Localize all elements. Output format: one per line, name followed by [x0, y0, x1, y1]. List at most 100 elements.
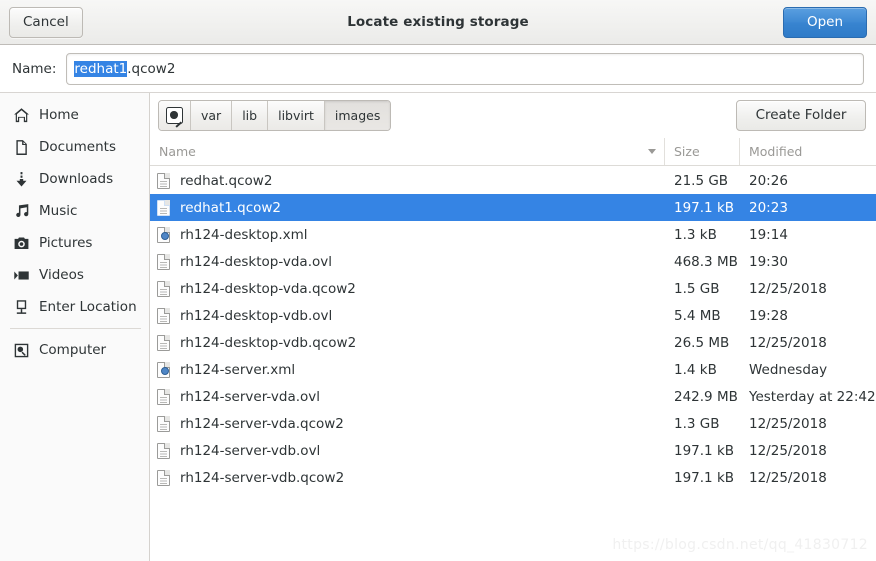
file-name-cell: rh124-server-vda.ovl	[150, 388, 665, 405]
file-row[interactable]: rh124-desktop-vdb.ovl 5.4 MB 19:28	[150, 302, 876, 329]
column-header-size[interactable]: Size	[665, 138, 740, 165]
file-name-cell: rh124-desktop-vdb.ovl	[150, 307, 665, 324]
sidebar-item-music[interactable]: Music	[0, 195, 149, 227]
file-icon	[157, 172, 170, 189]
sidebar-item-computer[interactable]: Computer	[0, 334, 149, 366]
document-lines	[160, 261, 167, 268]
file-name-cell: redhat1.qcow2	[150, 199, 665, 216]
column-header-name[interactable]: Name	[150, 138, 665, 165]
xml-file-icon	[157, 361, 170, 378]
file-size-cell: 21.5 GB	[674, 172, 729, 189]
breadcrumb-item-lib[interactable]: lib	[232, 101, 269, 130]
sidebar-item-documents[interactable]: Documents	[0, 131, 149, 163]
file-name-label: rh124-server-vda.qcow2	[180, 415, 344, 432]
chevron-down-icon	[648, 149, 656, 154]
name-label: Name:	[12, 60, 57, 77]
column-header-name-label: Name	[159, 144, 196, 159]
xml-file-icon	[157, 226, 170, 243]
file-modified-cell: 12/25/2018	[749, 415, 827, 432]
file-icon	[157, 388, 170, 405]
file-name-label: rh124-desktop-vda.qcow2	[180, 280, 356, 297]
file-chooser-dialog: Cancel Locate existing storage Open Name…	[0, 0, 876, 561]
file-icon	[157, 199, 170, 216]
sidebar-item-label: Home	[39, 107, 79, 123]
sidebar-item-pictures[interactable]: Pictures	[0, 227, 149, 259]
file-row[interactable]: rh124-server-vda.qcow2 1.3 GB 12/25/2018	[150, 410, 876, 437]
dialog-header-bar: Cancel Locate existing storage Open	[0, 0, 876, 45]
file-browser-pane: var lib libvirt images Create Folder Nam…	[150, 93, 876, 561]
file-row[interactable]: redhat.qcow2 21.5 GB 20:26	[150, 167, 876, 194]
document-lines	[160, 288, 167, 295]
create-folder-button[interactable]: Create Folder	[736, 100, 866, 131]
video-icon	[12, 266, 30, 284]
file-modified-cell: Yesterday at 22:42	[749, 388, 876, 405]
file-modified-cell: 20:26	[749, 172, 788, 189]
name-input-remaining-text: .qcow2	[127, 60, 176, 77]
file-size-cell: 1.4 kB	[674, 361, 717, 378]
file-row[interactable]: rh124-server-vdb.ovl 197.1 kB 12/25/2018	[150, 437, 876, 464]
file-size-cell: 1.3 kB	[674, 226, 717, 243]
column-header-modified-label: Modified	[749, 144, 803, 159]
column-header-modified[interactable]: Modified	[740, 138, 876, 165]
breadcrumb-item-libvirt[interactable]: libvirt	[268, 101, 325, 130]
computer-disk-icon	[12, 341, 30, 359]
file-modified-cell: 12/25/2018	[749, 334, 827, 351]
sidebar-item-label: Downloads	[39, 171, 114, 187]
breadcrumb-root-button[interactable]	[159, 101, 191, 130]
document-lines	[160, 207, 167, 214]
file-icon	[157, 442, 170, 459]
file-modified-cell: Wednesday	[749, 361, 828, 378]
sidebar-item-label: Documents	[39, 139, 116, 155]
enter-location-icon	[12, 298, 30, 316]
file-row[interactable]: rh124-desktop-vda.ovl 468.3 MB 19:30	[150, 248, 876, 275]
file-name-label: rh124-desktop.xml	[180, 226, 308, 243]
file-icon	[157, 253, 170, 270]
file-row[interactable]: rh124-desktop-vdb.qcow2 26.5 MB 12/25/2018	[150, 329, 876, 356]
sidebar-item-home[interactable]: Home	[0, 99, 149, 131]
file-list-column-headers: Name Size Modified	[150, 138, 876, 166]
sidebar-item-downloads[interactable]: Downloads	[0, 163, 149, 195]
sidebar-item-enter-location[interactable]: Enter Location	[0, 291, 149, 323]
file-row[interactable]: rh124-desktop.xml 1.3 kB 19:14	[150, 221, 876, 248]
breadcrumb-item-images[interactable]: images	[324, 101, 391, 130]
file-name-cell: rh124-server-vda.qcow2	[150, 415, 665, 432]
cancel-button[interactable]: Cancel	[9, 6, 83, 38]
file-row[interactable]: rh124-server-vdb.qcow2 197.1 kB 12/25/2018	[150, 464, 876, 491]
sidebar-item-label: Computer	[39, 342, 107, 358]
file-size-cell: 197.1 kB	[674, 442, 735, 459]
sidebar-item-label: Enter Location	[39, 299, 137, 315]
file-modified-cell: 20:23	[749, 199, 788, 216]
breadcrumb: var lib libvirt images	[158, 100, 392, 131]
file-row[interactable]: rh124-server-vda.ovl 242.9 MB Yesterday at…	[150, 383, 876, 410]
file-size-cell: 242.9 MB	[674, 388, 738, 405]
file-size-cell: 1.5 GB	[674, 280, 720, 297]
filesystem-disk-icon	[166, 107, 183, 124]
file-size-cell: 26.5 MB	[674, 334, 730, 351]
file-icon	[157, 415, 170, 432]
file-row[interactable]: rh124-server.xml 1.4 kB Wednesday	[150, 356, 876, 383]
file-list[interactable]: redhat.qcow2 21.5 GB 20:26 redhat1.qcow2 197…	[150, 166, 876, 561]
file-name-cell: redhat.qcow2	[150, 172, 665, 189]
file-size-cell: 5.4 MB	[674, 307, 721, 324]
sidebar-item-label: Music	[39, 203, 78, 219]
file-modified-cell: 12/25/2018	[749, 280, 827, 297]
sidebar-divider	[10, 328, 141, 329]
document-lines	[160, 315, 167, 322]
name-input[interactable]: redhat1 .qcow2	[66, 52, 864, 85]
file-row[interactable]: redhat1.qcow2 197.1 kB 20:23	[150, 194, 876, 221]
breadcrumb-item-var[interactable]: var	[191, 101, 233, 130]
globe-badge-icon	[160, 231, 169, 240]
document-lines	[160, 396, 167, 403]
file-name-label: rh124-server-vdb.qcow2	[180, 469, 345, 486]
file-modified-cell: 19:28	[749, 307, 788, 324]
file-name-label: rh124-desktop-vdb.ovl	[180, 307, 333, 324]
open-button[interactable]: Open	[783, 6, 867, 38]
file-icon	[157, 307, 170, 324]
sidebar-item-videos[interactable]: Videos	[0, 259, 149, 291]
file-row[interactable]: rh124-desktop-vda.qcow2 1.5 GB 12/25/2018	[150, 275, 876, 302]
file-size-cell: 197.1 kB	[674, 199, 735, 216]
document-lines	[160, 450, 167, 457]
file-name-cell: rh124-server-vdb.qcow2	[150, 469, 665, 486]
file-name-label: rh124-server-vda.ovl	[180, 388, 321, 405]
file-icon	[157, 469, 170, 486]
